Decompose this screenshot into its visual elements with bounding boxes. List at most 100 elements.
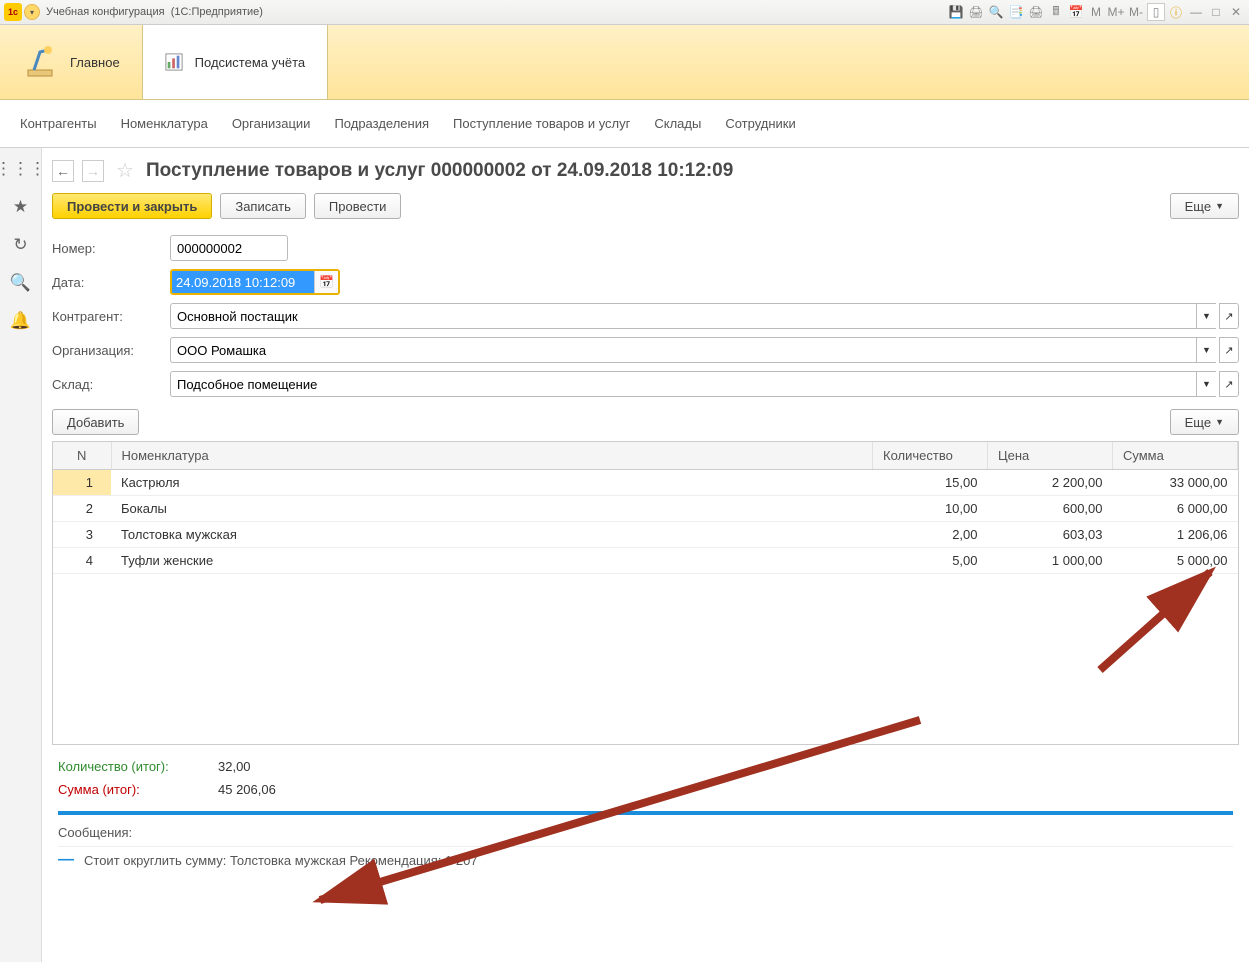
minimize-icon[interactable]: — (1187, 3, 1205, 21)
partner-field[interactable] (170, 303, 1196, 329)
table-row[interactable]: 3Толстовка мужская2,00603,031 206,06 (53, 522, 1238, 548)
date-label: Дата: (52, 275, 170, 290)
cell-qty: 5,00 (873, 548, 988, 574)
apps-grid-icon[interactable]: ⋮⋮⋮ (10, 158, 32, 180)
cell-sum: 33 000,00 (1113, 470, 1238, 496)
total-qty-label: Количество (итог): (58, 759, 218, 774)
windows-icon[interactable]: ▯ (1147, 3, 1165, 21)
print-icon[interactable]: 🖨 (967, 3, 985, 21)
cell-n: 4 (53, 548, 111, 574)
tab-main[interactable]: Главное (0, 25, 142, 99)
cell-nomenclature: Бокалы (111, 496, 873, 522)
post-button[interactable]: Провести (314, 193, 402, 219)
sections-nav: Контрагенты Номенклатура Организации Под… (0, 100, 1249, 148)
table-row[interactable]: 1Кастрюля15,002 200,0033 000,00 (53, 470, 1238, 496)
cell-n: 1 (53, 470, 111, 496)
cell-n: 3 (53, 522, 111, 548)
favorites-star-icon[interactable]: ★ (10, 196, 32, 218)
cell-price: 600,00 (988, 496, 1113, 522)
total-sum-value: 45 206,06 (218, 782, 276, 797)
col-qty[interactable]: Количество (873, 442, 988, 470)
total-sum-label: Сумма (итог): (58, 782, 218, 797)
date-field[interactable] (172, 271, 314, 293)
org-open-icon[interactable]: ↗ (1219, 337, 1239, 363)
warehouse-dropdown-icon[interactable]: ▼ (1196, 371, 1216, 397)
nav-employees[interactable]: Сотрудники (725, 116, 795, 131)
cell-n: 2 (53, 496, 111, 522)
notifications-bell-icon[interactable]: 🔔 (10, 310, 32, 332)
mminus-icon[interactable]: M- (1127, 3, 1145, 21)
favorite-toggle-icon[interactable]: ☆ (116, 158, 134, 183)
cell-qty: 2,00 (873, 522, 988, 548)
title-bar: 1c ▾ Учебная конфигурация (1С:Предприяти… (0, 0, 1249, 25)
cell-sum: 5 000,00 (1113, 548, 1238, 574)
history-icon[interactable]: ↻ (10, 234, 32, 256)
message-text: Стоит округлить сумму: Толстовка мужская… (84, 853, 478, 868)
partner-open-icon[interactable]: ↗ (1219, 303, 1239, 329)
warehouse-label: Склад: (52, 377, 170, 392)
cell-nomenclature: Туфли женские (111, 548, 873, 574)
nav-goods-receipt[interactable]: Поступление товаров и услуг (453, 116, 630, 131)
add-row-button[interactable]: Добавить (52, 409, 139, 435)
org-label: Организация: (52, 343, 170, 358)
app-dropdown-icon[interactable]: ▾ (24, 4, 40, 20)
caret-down-icon: ▼ (1215, 417, 1224, 427)
preview-icon[interactable]: 🔍 (987, 3, 1005, 21)
titlebar-right: 💾 🖨 🔍 📑 🖨 🖩 📅 M M+ M- ▯ ⓘ — □ ✕ (947, 3, 1245, 21)
more-label: Еще (1185, 199, 1211, 214)
sidebar: ⋮⋮⋮ ★ ↻ 🔍 🔔 (0, 148, 42, 962)
help-icon[interactable]: ⓘ (1167, 3, 1185, 21)
col-price[interactable]: Цена (988, 442, 1113, 470)
close-icon[interactable]: ✕ (1227, 3, 1245, 21)
cell-qty: 15,00 (873, 470, 988, 496)
nav-organizations[interactable]: Организации (232, 116, 311, 131)
org-field[interactable] (170, 337, 1196, 363)
app-logo-icon: 1c (4, 3, 22, 21)
more-button[interactable]: Еще ▼ (1170, 193, 1239, 219)
tab-subsystem[interactable]: Подсистема учёта (142, 25, 329, 99)
table-row[interactable]: 4Туфли женские5,001 000,005 000,00 (53, 548, 1238, 574)
partner-dropdown-icon[interactable]: ▼ (1196, 303, 1216, 329)
mplus-icon[interactable]: M+ (1107, 3, 1125, 21)
col-nomenclature[interactable]: Номенклатура (111, 442, 873, 470)
save-button[interactable]: Записать (220, 193, 306, 219)
product-name: (1С:Предприятие) (171, 6, 263, 18)
nav-warehouses[interactable]: Склады (654, 116, 701, 131)
number-label: Номер: (52, 241, 170, 256)
calc-icon[interactable]: 🖩 (1047, 3, 1065, 21)
date-picker-icon[interactable]: 📅 (314, 271, 338, 293)
maximize-icon[interactable]: □ (1207, 3, 1225, 21)
nav-nomenclature[interactable]: Номенклатура (121, 116, 208, 131)
message-item[interactable]: — Стоит округлить сумму: Толстовка мужск… (58, 846, 1233, 873)
warehouse-open-icon[interactable]: ↗ (1219, 371, 1239, 397)
table-row[interactable]: 2Бокалы10,00600,006 000,00 (53, 496, 1238, 522)
forward-button[interactable]: → (82, 160, 104, 182)
nav-departments[interactable]: Подразделения (334, 116, 429, 131)
nav-contractors[interactable]: Контрагенты (20, 116, 97, 131)
app-title: Учебная конфигурация (46, 6, 165, 18)
save-icon[interactable]: 💾 (947, 3, 965, 21)
post-and-close-button[interactable]: Провести и закрыть (52, 193, 212, 219)
messages-header: Сообщения: (58, 823, 1233, 846)
items-table: N Номенклатура Количество Цена Сумма 1Ка… (52, 441, 1239, 745)
number-field[interactable] (170, 235, 288, 261)
cell-sum: 6 000,00 (1113, 496, 1238, 522)
m-icon[interactable]: M (1087, 3, 1105, 21)
tab-main-label: Главное (70, 55, 120, 70)
table-more-label: Еще (1185, 415, 1211, 430)
partner-label: Контрагент: (52, 309, 170, 324)
cell-price: 1 000,00 (988, 548, 1113, 574)
search-icon[interactable]: 🔍 (10, 272, 32, 294)
chart-icon (165, 53, 183, 71)
warehouse-field[interactable] (170, 371, 1196, 397)
col-n[interactable]: N (53, 442, 111, 470)
main-tabs: Главное Подсистема учёта (0, 25, 1249, 100)
org-dropdown-icon[interactable]: ▼ (1196, 337, 1216, 363)
col-sum[interactable]: Сумма (1113, 442, 1238, 470)
compare-icon[interactable]: 📑 (1007, 3, 1025, 21)
caret-down-icon: ▼ (1215, 201, 1224, 211)
calendar-icon[interactable]: 📅 (1067, 3, 1085, 21)
print2-icon[interactable]: 🖨 (1027, 3, 1045, 21)
table-more-button[interactable]: Еще ▼ (1170, 409, 1239, 435)
back-button[interactable]: ← (52, 160, 74, 182)
